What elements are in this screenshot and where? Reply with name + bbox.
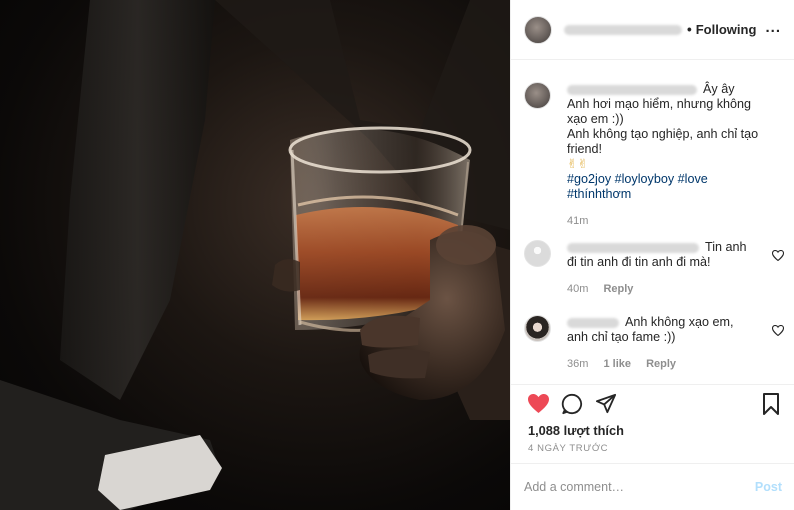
post-header: • Following ... (511, 0, 794, 60)
comment-item: Tin anh đi tin anh đi tin anh đi mà! 40m… (524, 240, 784, 297)
reply-button[interactable]: Reply (603, 283, 633, 295)
caption-line: Ây ây (703, 82, 735, 96)
comment-likes-count[interactable]: 1 like (603, 358, 631, 370)
hashtag-link[interactable]: #thínhthơm (567, 187, 631, 201)
post-date[interactable]: 4 NGÀY TRƯỚC (528, 443, 608, 454)
comment-body: Anh không xạo em, anh chỉ tạo fame :)) 3… (567, 315, 782, 372)
likes-count[interactable]: 1,088 lượt thích (528, 423, 624, 438)
caption-meta: 41m (567, 214, 782, 229)
hashtag-link[interactable]: #go2joy (567, 172, 611, 186)
reply-button[interactable]: Reply (646, 358, 676, 370)
save-bookmark-icon[interactable] (762, 393, 780, 415)
comment-line: Anh không xạo em, (625, 315, 734, 329)
author-avatar[interactable] (524, 15, 552, 44)
following-button[interactable]: Following (696, 22, 757, 37)
author-username-blurred[interactable] (564, 24, 682, 35)
commenter-avatar[interactable] (524, 315, 551, 342)
post-photo[interactable] (0, 0, 510, 510)
hashtag-link[interactable]: #love (678, 172, 708, 186)
comment-bubble-icon[interactable] (561, 393, 583, 415)
add-comment-bar: Post (511, 463, 794, 510)
comment-line: anh chỉ tạo fame :)) (567, 330, 676, 344)
post-comment-button[interactable]: Post (755, 480, 782, 494)
comment-like-heart-icon[interactable] (772, 250, 784, 261)
comment-time[interactable]: 40m (567, 283, 588, 295)
comment-line: Tin anh (705, 240, 747, 254)
share-paper-plane-icon[interactable] (595, 393, 617, 414)
more-options-icon[interactable]: ... (765, 19, 781, 36)
caption-time[interactable]: 41m (567, 215, 588, 227)
comment-like-heart-icon[interactable] (772, 325, 784, 336)
caption-body: Ây ây Anh hơi mạo hiểm, nhưng không xạo … (567, 82, 782, 229)
caption-comment: Ây ây Anh hơi mạo hiểm, nhưng không xạo … (524, 82, 782, 229)
hashtag-link[interactable]: #loyloyboy (615, 172, 675, 186)
comment-time[interactable]: 36m (567, 358, 588, 370)
caption-author-avatar[interactable] (524, 82, 551, 109)
commenter-avatar[interactable] (524, 240, 551, 267)
comment-body: Tin anh đi tin anh đi tin anh đi mà! 40m… (567, 240, 782, 297)
post-side-panel: • Following ... Ây ây Anh hơi mạo hiểm, … (510, 0, 794, 510)
header-separator: • (687, 22, 692, 37)
commenter-username-blurred[interactable] (567, 242, 699, 253)
comment-meta: 40m Reply (567, 282, 782, 297)
comments-list[interactable]: Ây ây Anh hơi mạo hiểm, nhưng không xạo … (511, 60, 794, 384)
caption-line: friend! (567, 142, 603, 156)
caption-line: Anh hơi mạo hiểm, nhưng không (567, 97, 752, 111)
whiskey-glass-photo (0, 0, 510, 510)
post-actions: 1,088 lượt thích 4 NGÀY TRƯỚC (511, 384, 794, 463)
victory-hand-emoji: ✌✌ (567, 157, 589, 171)
caption-line: xạo em :)) (567, 112, 624, 126)
add-comment-input[interactable] (524, 478, 734, 496)
instagram-post: • Following ... Ây ây Anh hơi mạo hiểm, … (0, 0, 794, 510)
comment-meta: 36m 1 like Reply (567, 357, 782, 372)
caption-username-blurred[interactable] (567, 84, 697, 95)
commenter-username-blurred[interactable] (567, 317, 619, 328)
like-heart-icon[interactable] (527, 393, 550, 414)
comment-line: đi tin anh đi tin anh đi mà! (567, 255, 711, 269)
caption-line: Anh không tạo nghiệp, anh chỉ tạo (567, 127, 759, 141)
comment-item: Anh không xạo em, anh chỉ tạo fame :)) 3… (524, 315, 784, 372)
